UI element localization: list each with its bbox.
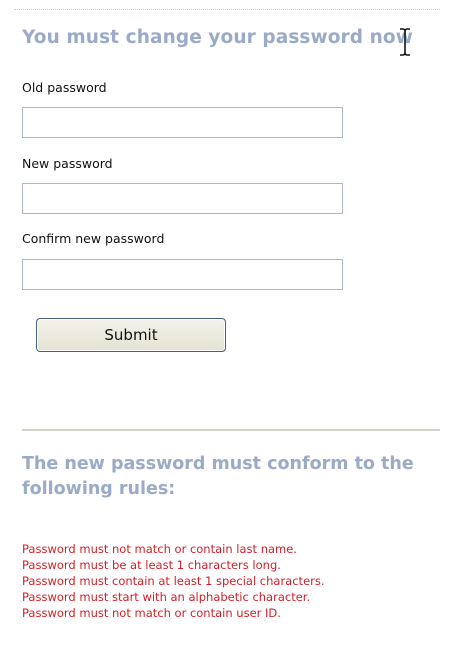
section-divider	[22, 429, 440, 431]
confirm-password-label: Confirm new password	[22, 231, 165, 246]
i-beam-cursor-icon	[400, 28, 410, 56]
new-password-label: New password	[22, 156, 113, 171]
old-password-label: Old password	[22, 80, 107, 95]
rule-item: Password must contain at least 1 special…	[22, 574, 325, 588]
rules-list: Password must not match or contain last …	[22, 541, 325, 621]
rule-item: Password must not match or contain user …	[22, 606, 281, 620]
confirm-password-input[interactable]	[22, 259, 343, 290]
top-divider	[14, 9, 440, 10]
page-title: You must change your password now	[22, 27, 413, 48]
submit-button[interactable]: Submit	[36, 318, 226, 352]
old-password-input[interactable]	[22, 107, 343, 138]
rule-item: Password must start with an alphabetic c…	[22, 590, 311, 604]
rule-item: Password must not match or contain last …	[22, 542, 297, 556]
rule-item: Password must be at least 1 characters l…	[22, 558, 281, 572]
rules-heading: The new password must conform to the fol…	[22, 454, 414, 499]
new-password-input[interactable]	[22, 183, 343, 214]
